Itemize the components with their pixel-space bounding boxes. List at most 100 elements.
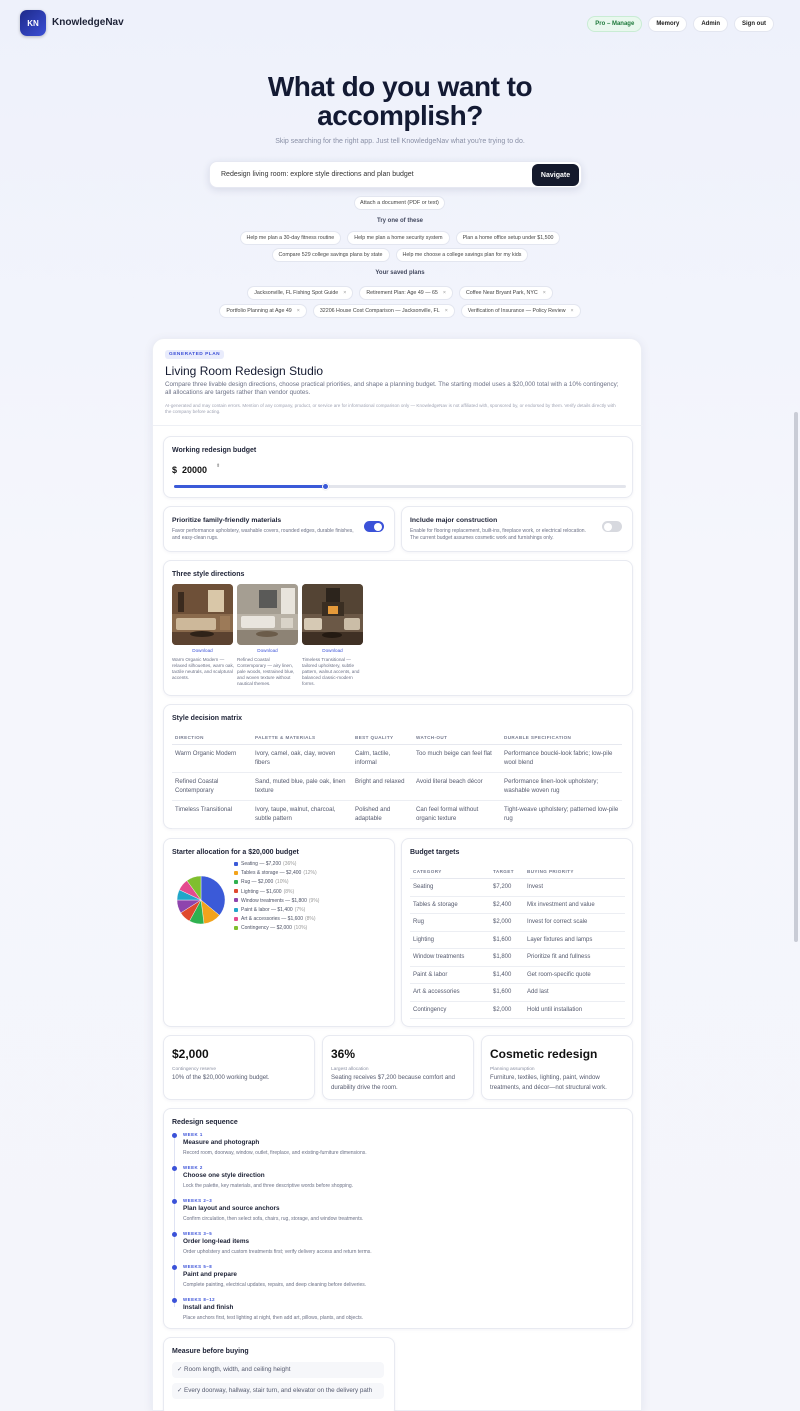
legend-percent: (36%): [283, 861, 297, 867]
spinner-icon[interactable]: ⬍: [216, 464, 220, 469]
table-cell: Refined Coastal Contemporary: [172, 772, 252, 801]
style-image-transitional[interactable]: [302, 584, 363, 645]
legend-item: Rug — $2,000 (10%): [234, 879, 289, 885]
table-row: Lighting $1,600 Layer fixtures and lamps: [410, 931, 625, 949]
table-cell: Sand, muted blue, pale oak, linen textur…: [252, 772, 352, 801]
stat-card-assumption: Cosmetic redesign Planning assumption Fu…: [481, 1035, 633, 1100]
family-friendly-title: Prioritize family-friendly materials: [172, 517, 282, 524]
table-cell: Timeless Transitional: [172, 800, 252, 829]
remove-icon[interactable]: ×: [343, 290, 346, 296]
suggestion-row-2: Compare 529 college savings plans by sta…: [0, 248, 800, 262]
top-bar: KN KnowledgeNav Pro – Manage Memory Admi…: [0, 0, 800, 46]
app-logo[interactable]: KN: [20, 10, 46, 36]
step-description: Place anchors first, test lighting at ni…: [183, 1315, 364, 1321]
navigate-button[interactable]: Navigate: [532, 164, 579, 186]
memory-button[interactable]: Memory: [648, 16, 688, 32]
suggestion-chip[interactable]: Compare 529 college savings plans by sta…: [271, 248, 390, 262]
legend-swatch: [234, 907, 238, 912]
style-caption: Refined Coastal Contemporary — airy line…: [237, 657, 295, 686]
currency-symbol: $: [172, 465, 178, 475]
plan-disclaimer: AI-generated and may contain errors. Men…: [165, 403, 616, 414]
legend-label: Rug — $2,000: [241, 879, 274, 886]
suggestion-chip[interactable]: Help me choose a college savings plan fo…: [395, 248, 529, 262]
budget-slider[interactable]: [174, 483, 626, 490]
style-image-warm-organic[interactable]: [172, 584, 233, 645]
family-friendly-toggle[interactable]: [364, 521, 384, 532]
table-row: Refined Coastal Contemporary Sand, muted…: [172, 772, 622, 801]
saved-plan-chip[interactable]: 32206 House Cost Comparison — Jacksonvil…: [312, 304, 455, 318]
column-header: PALETTE & MATERIALS: [252, 731, 352, 745]
table-row: Window treatments $1,800 Prioritize fit an…: [410, 948, 625, 967]
table-cell: Calm, tactile, informal: [352, 744, 413, 773]
legend-swatch: [234, 898, 238, 903]
table-cell: $2,000: [490, 913, 524, 932]
table-row: Tables & storage $2,400 Mix investment and…: [410, 896, 625, 914]
measure-heading: Measure before buying: [172, 1348, 249, 1355]
download-link[interactable]: Download: [237, 648, 298, 653]
remove-icon[interactable]: ×: [445, 308, 448, 314]
legend-percent: (12%): [303, 870, 317, 877]
suggestion-row-1: Help me plan a 30-day fitness routine He…: [0, 231, 800, 245]
step-description: Order upholstery and custom treatments f…: [183, 1249, 372, 1255]
saved-plan-label: 32206 House Cost Comparison — Jacksonvil…: [319, 308, 440, 314]
brand-name[interactable]: KnowledgeNav: [52, 17, 124, 28]
table-cell: $1,800: [490, 948, 524, 967]
stat-label: Largest allocation: [331, 1067, 369, 1072]
legend-percent: (10%): [275, 879, 289, 886]
page-scrollbar[interactable]: [794, 412, 798, 942]
step-title: Order long-lead items: [183, 1238, 250, 1245]
divider: [153, 425, 643, 426]
slider-thumb[interactable]: [322, 483, 330, 490]
attach-document-button[interactable]: Attach a document (PDF or text): [354, 196, 445, 210]
suggestion-chip[interactable]: Plan a home office setup under $1,500: [455, 231, 561, 245]
goal-search-input[interactable]: Redesign living room: explore style dire…: [221, 171, 414, 178]
step-description: Complete painting, electrical updates, r…: [183, 1282, 367, 1288]
sign-out-button[interactable]: Sign out: [734, 16, 774, 32]
goal-search-box[interactable]: Redesign living room: explore style dire…: [209, 161, 582, 188]
saved-plan-chip[interactable]: Coffee Near Bryant Park, NYC ×: [458, 286, 553, 300]
measure-card: Measure before buying ✓ Room length, wid…: [163, 1337, 395, 1411]
download-link[interactable]: Download: [172, 648, 233, 653]
table-cell: Hold until installation: [524, 1001, 625, 1019]
saved-plan-chip[interactable]: Jacksonville, FL Fishing Spot Guide ×: [247, 286, 354, 300]
table-row: Art & accessories $1,600 Add last: [410, 983, 625, 1002]
column-header: WATCH-OUT: [413, 731, 501, 745]
stat-label: Planning assumption: [490, 1067, 535, 1072]
pro-manage-button[interactable]: Pro – Manage: [587, 16, 643, 32]
table-cell: $7,200: [490, 878, 524, 897]
timeline-dot: [172, 1133, 177, 1138]
style-image-coastal[interactable]: [237, 584, 298, 645]
timeline-dot: [172, 1232, 177, 1237]
suggestion-chip[interactable]: Help me plan a 30-day fitness routine: [239, 231, 342, 245]
stat-card-contingency: $2,000 Contingency reserve 10% of the $2…: [163, 1035, 315, 1100]
checklist-item: ✓ Every doorway, hallway, stair turn, an…: [172, 1383, 384, 1399]
saved-plan-label: Jacksonville, FL Fishing Spot Guide: [254, 290, 339, 296]
remove-icon[interactable]: ×: [443, 290, 446, 296]
table-cell: Tables & storage: [410, 896, 490, 914]
step-title: Paint and prepare: [183, 1271, 237, 1278]
suggestion-chip[interactable]: Help me plan a home security system: [347, 231, 450, 245]
budget-targets-table: CATEGORY TARGET BUYING PRIORITY Seating $…: [410, 865, 625, 1019]
saved-plan-chip[interactable]: Verification of Insurance — Policy Revie…: [460, 304, 581, 318]
saved-plan-chip[interactable]: Retirement Plan: Age 49 — 65 ×: [359, 286, 453, 300]
legend-item: Contingency — $2,000 (10%): [234, 925, 307, 931]
table-row: Timeless Transitional Ivory, taupe, waln…: [172, 800, 622, 829]
download-link[interactable]: Download: [302, 648, 363, 653]
remove-icon[interactable]: ×: [297, 308, 300, 314]
step-week: WEEKS 5–8: [183, 1264, 213, 1269]
remove-icon[interactable]: ×: [543, 290, 546, 296]
step-description: Lock the palette, key materials, and thr…: [183, 1183, 354, 1189]
step-description: Confirm circulation, then select sofa, c…: [183, 1216, 364, 1222]
style-directions-heading: Three style directions: [172, 571, 245, 578]
targets-body: Seating $7,200 Invest Tables & storage $2,40…: [410, 878, 625, 1019]
admin-button[interactable]: Admin: [693, 16, 728, 32]
remove-icon[interactable]: ×: [571, 308, 574, 314]
table-cell: Can feel formal without organic texture: [413, 800, 501, 829]
table-cell: Avoid literal beach décor: [413, 772, 501, 801]
saved-plan-chip[interactable]: Portfolio Planning at Age 49 ×: [219, 304, 307, 318]
legend-item: Tables & storage — $2,400 (12%): [234, 870, 317, 876]
major-construction-toggle[interactable]: [602, 521, 622, 532]
legend-item: Seating — $7,200 (36%): [234, 861, 296, 867]
table-cell: Bright and relaxed: [352, 772, 413, 801]
budget-input[interactable]: $ 20000: [172, 465, 207, 475]
